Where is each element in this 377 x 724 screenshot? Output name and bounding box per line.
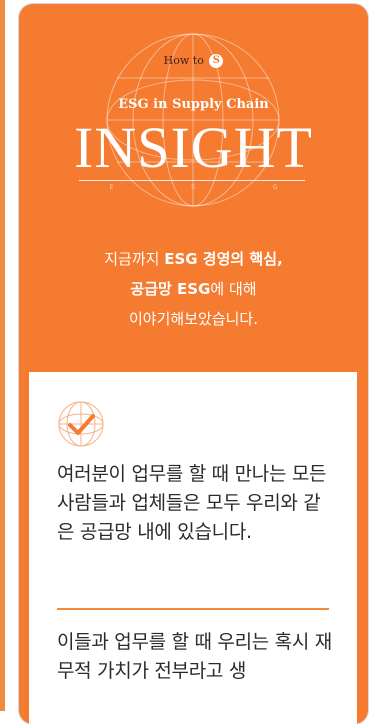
intro-line-3: 이야기해보았습니다. [129,310,258,328]
intro-text: 지금까지 ESG 경영의 핵심, 공급망 ESG에 대해 이야기해보았습니다. [19,244,368,334]
page-title: INSIGHT [74,115,313,180]
intro-line-2: 공급망 ESG에 대해 [130,280,257,298]
how-to-text: How to [163,54,204,67]
how-to-logo: How to S [19,54,368,68]
content-panel: 여러분이 업무를 할 때 만나는 모든 사람들과 업체들은 모두 우리와 같은 … [29,372,357,724]
hero-banner: How to S ESG in Supply Chain INSIGHT E S… [19,4,368,374]
body-paragraph-1: 여러분이 업무를 할 때 만나는 모든 사람들과 업체들은 모두 우리와 같은 … [57,463,327,543]
esg-caption: E S G [109,184,316,191]
check-circle-icon [58,401,104,447]
adjacent-card-edge [0,0,5,711]
intro-line-1: 지금까지 ESG 경영의 핵심, [104,250,283,268]
title-underline [79,180,305,181]
body-paragraph-2: 이들과 업무를 할 때 우리는 혹시 재무적 가치가 전부라고 생 [57,631,332,682]
how-to-s-mark: S [209,54,224,68]
insight-card: How to S ESG in Supply Chain INSIGHT E S… [19,4,368,724]
series-subtitle: ESG in Supply Chain [118,97,269,112]
section-divider [57,608,329,610]
